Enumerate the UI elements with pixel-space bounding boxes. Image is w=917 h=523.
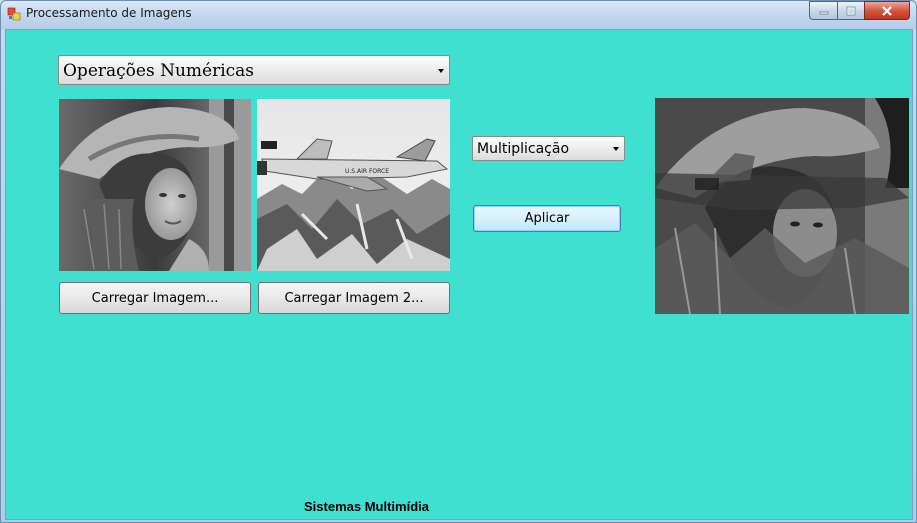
- maximize-button[interactable]: [837, 1, 864, 20]
- maximize-icon: [846, 6, 856, 15]
- window-controls: [809, 1, 910, 20]
- close-button[interactable]: [864, 1, 910, 20]
- aircraft-marking: U.S.AIR FORCE: [345, 168, 389, 175]
- result-picturebox: [655, 98, 909, 314]
- image1-picturebox: [59, 99, 251, 271]
- image1-preview: [59, 99, 251, 271]
- close-icon: [882, 5, 892, 16]
- apply-button[interactable]: Aplicar: [473, 205, 621, 232]
- load-image1-button[interactable]: Carregar Imagem...: [59, 282, 251, 314]
- result-preview: [655, 98, 909, 314]
- app-icon: [7, 7, 21, 21]
- client-area: Operações Numéricas U.S.AIR FORCE Carreg…: [5, 29, 913, 520]
- operation-value: Multiplicação: [477, 141, 570, 157]
- image2-preview: U.S.AIR FORCE: [257, 99, 450, 271]
- operation-category-value: Operações Numéricas: [63, 61, 255, 81]
- title-bar[interactable]: Processamento de Imagens: [1, 1, 916, 29]
- app-window: Processamento de Imagens Operações Numér…: [0, 0, 917, 523]
- footer-label: Sistemas Multimídia: [304, 499, 429, 514]
- operation-category-select[interactable]: Operações Numéricas: [58, 55, 450, 85]
- chevron-down-icon: [438, 69, 444, 73]
- minimize-icon: [819, 11, 828, 14]
- load-image2-button[interactable]: Carregar Imagem 2...: [258, 282, 450, 314]
- operation-select[interactable]: Multiplicação: [472, 136, 625, 161]
- apply-label: Aplicar: [524, 211, 570, 226]
- window-title: Processamento de Imagens: [26, 6, 192, 20]
- minimize-button[interactable]: [809, 1, 837, 20]
- chevron-down-icon: [613, 147, 619, 151]
- load-image1-label: Carregar Imagem...: [91, 290, 219, 306]
- image2-picturebox: U.S.AIR FORCE: [257, 99, 450, 271]
- load-image2-label: Carregar Imagem 2...: [284, 290, 424, 306]
